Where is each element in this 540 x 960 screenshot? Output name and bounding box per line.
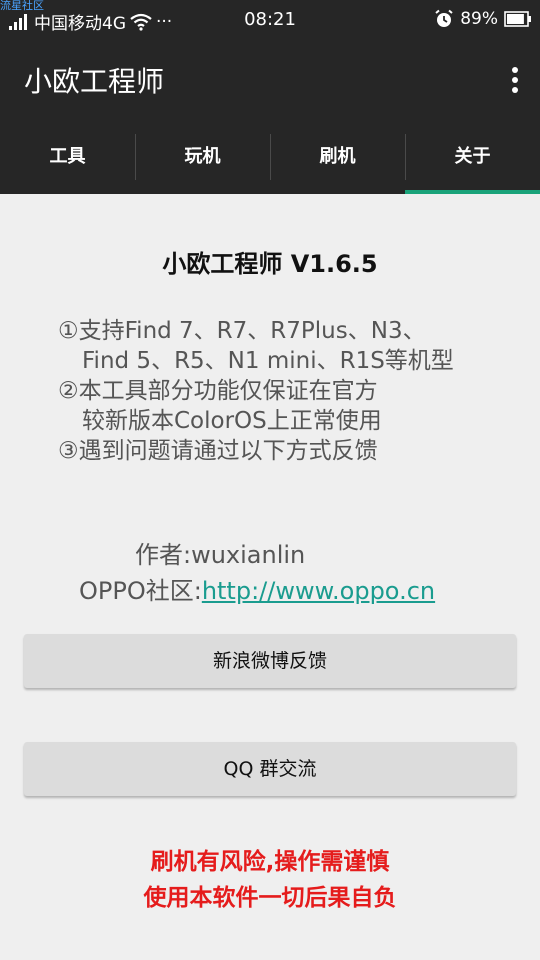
note-line: Find 5、R5、N1 mini、R1S等机型 xyxy=(82,348,454,374)
app-bar: 小欧工程师 xyxy=(0,40,540,120)
tab-bar: 工具 玩机 刷机 关于 xyxy=(0,120,540,194)
author-value: wuxianlin xyxy=(191,541,306,569)
warning-line: 使用本软件一切后果自负 xyxy=(143,885,397,911)
community-link[interactable]: http://www.oppo.cn xyxy=(202,577,435,605)
note-line: ①支持Find 7、R7、R7Plus、N3、 xyxy=(58,318,426,344)
risk-warning: 刷机有风险,操作需谨慎 使用本软件一切后果自负 xyxy=(0,844,540,916)
community-label: OPPO社区: xyxy=(79,577,202,605)
weibo-feedback-button[interactable]: 新浪微博反馈 xyxy=(24,634,516,688)
status-bar: 流星社区 中国移动4G ··· 08:21 89% xyxy=(0,0,540,40)
tab-play[interactable]: 玩机 xyxy=(135,120,270,194)
author-row: 作者:wuxianlin xyxy=(135,537,305,573)
author-label: 作者: xyxy=(135,541,192,569)
status-right: 89% xyxy=(434,9,532,29)
qq-group-button[interactable]: QQ 群交流 xyxy=(24,742,516,796)
tab-tools[interactable]: 工具 xyxy=(0,120,135,194)
tab-flash[interactable]: 刷机 xyxy=(270,120,405,194)
app-title: 小欧工程师 xyxy=(24,65,165,98)
note-line: ③遇到问题请通过以下方式反馈 xyxy=(58,438,378,464)
version-title: 小欧工程师 V1.6.5 xyxy=(162,250,378,278)
community-row: OPPO社区:http://www.oppo.cn xyxy=(79,573,435,609)
tab-about[interactable]: 关于 xyxy=(405,120,540,194)
battery-percent: 89% xyxy=(460,9,498,29)
note-line: 较新版本ColorOS上正常使用 xyxy=(82,408,382,434)
alarm-icon xyxy=(435,9,453,27)
notes-list: ①支持Find 7、R7、R7Plus、N3、 Find 5、R5、N1 min… xyxy=(58,316,454,466)
battery-icon xyxy=(504,11,531,27)
more-vert-icon[interactable] xyxy=(510,66,520,94)
note-line: ②本工具部分功能仅保证在官方 xyxy=(58,378,378,404)
warning-line: 刷机有风险,操作需谨慎 xyxy=(150,849,390,875)
